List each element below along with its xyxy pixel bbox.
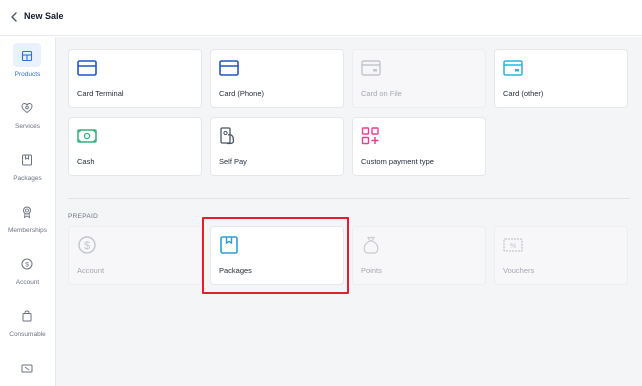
sidebar-item-services[interactable]: Services [0,89,55,141]
header-bar: New Sale [0,0,642,36]
payment-label: Card (other) [503,89,544,98]
package-icon [22,154,32,166]
services-icon [21,102,33,114]
chevron-left-icon[interactable] [8,10,20,24]
payment-cash[interactable]: Cash [68,117,202,176]
prepaid-label: Account [77,266,105,275]
card-other-icon [503,60,523,76]
sidebar-item-label: Consumable [9,331,46,338]
payment-panel: Card Terminal Card (Phone) Card on File … [56,37,642,386]
page-title: New Sale [24,11,64,21]
payment-custom-type[interactable]: Custom payment type [352,117,486,176]
section-divider [68,198,630,199]
sidebar: Products Services Packages Memberships $… [0,37,56,386]
svg-text:%: % [510,243,516,250]
card-terminal-icon [77,60,97,76]
prepaid-section-label: PREPAID [68,213,99,220]
sidebar-item-label: Products [14,71,41,78]
sidebar-item-memberships[interactable]: Memberships [0,193,55,245]
prepaid-account: $ Account [68,226,202,285]
sidebar-item-consumable[interactable]: Consumable [0,297,55,349]
payment-card-other[interactable]: Card (other) [494,49,628,108]
sidebar-item-label: Memberships [7,227,47,234]
prepaid-label: Vouchers [503,266,535,275]
payment-card-phone[interactable]: Card (Phone) [210,49,344,108]
svg-text:$: $ [84,240,90,252]
payment-self-pay[interactable]: Self Pay [210,117,344,176]
points-bag-icon [363,236,379,254]
prepaid-label: Packages [219,266,252,275]
sidebar-item-packages[interactable]: Packages [0,141,55,193]
membership-icon [23,206,31,219]
prepaid-points: Points [352,226,486,285]
payment-label: Custom payment type [361,157,434,166]
payment-label: Self Pay [219,157,247,166]
prepaid-packages[interactable]: Packages [210,226,344,285]
sidebar-item-account[interactable]: $ Account [0,245,55,297]
svg-text:$: $ [25,261,29,268]
voucher-icon [21,364,33,373]
payment-card-on-file: Card on File [352,49,486,108]
package-box-icon [220,236,238,254]
sidebar-item-label: Account [15,279,40,286]
voucher-ticket-icon: % [503,238,523,252]
sidebar-item-products[interactable]: Products [0,37,55,89]
card-phone-icon [219,60,239,76]
sidebar-item-label: Packages [13,175,42,182]
sidebar-item-vouchers[interactable] [0,349,55,386]
payment-label: Card Terminal [77,89,124,98]
payment-card-terminal[interactable]: Card Terminal [68,49,202,108]
account-icon: $ [21,258,33,270]
prepaid-label: Points [361,266,382,275]
card-on-file-icon [361,60,381,76]
custom-payment-icon [361,127,379,145]
payment-label: Card (Phone) [219,89,265,98]
payment-label: Cash [77,157,95,166]
consumable-icon [22,310,32,322]
self-pay-icon [220,127,235,145]
store-icon [21,50,33,62]
payment-label: Card on File [361,89,402,98]
prepaid-vouchers: % Vouchers [494,226,628,285]
dollar-circle-icon: $ [78,236,96,254]
sidebar-item-label: Services [15,123,40,130]
cash-icon [77,129,97,143]
